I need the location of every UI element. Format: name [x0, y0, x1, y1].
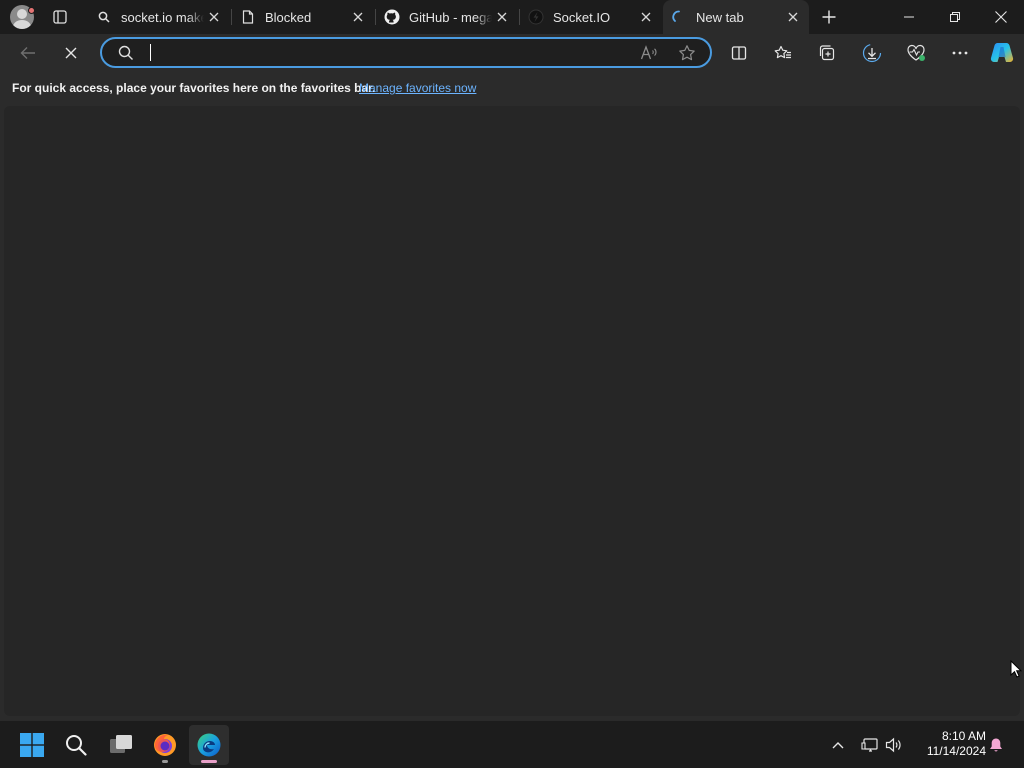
- clock-time: 8:10 AM: [941, 729, 986, 743]
- close-icon: [209, 12, 219, 22]
- tab-close-button[interactable]: [636, 7, 656, 27]
- tab-new-tab[interactable]: New tab: [663, 0, 809, 34]
- stop-loading-button[interactable]: [56, 38, 86, 68]
- tab-title: New tab: [696, 9, 744, 25]
- loading-spinner-icon: [671, 9, 687, 25]
- collections-button[interactable]: [812, 38, 842, 68]
- split-screen-button[interactable]: [724, 38, 754, 68]
- tab-close-button[interactable]: [492, 7, 512, 27]
- settings-more-button[interactable]: [945, 38, 975, 68]
- back-button[interactable]: [13, 38, 43, 68]
- taskbar-search-button[interactable]: [56, 725, 96, 765]
- search-icon: [66, 735, 87, 756]
- taskbar-edge[interactable]: [189, 725, 229, 765]
- notifications-button[interactable]: [984, 733, 1008, 757]
- close-icon: [995, 11, 1007, 23]
- more-horizontal-icon: [952, 51, 968, 55]
- system-clock[interactable]: 8:10 AM 11/14/2024: [914, 729, 986, 759]
- text-caret: [150, 44, 151, 61]
- speaker-icon: [885, 737, 901, 753]
- network-icon: [861, 738, 878, 752]
- downloads-button[interactable]: [857, 38, 887, 68]
- copilot-icon: [990, 43, 1014, 62]
- running-indicator: [201, 760, 217, 763]
- tab-blocked[interactable]: Blocked: [232, 2, 374, 32]
- tab-github[interactable]: GitHub - megal: [376, 2, 518, 32]
- tab-close-button[interactable]: [783, 7, 803, 27]
- chevron-up-icon: [832, 742, 844, 749]
- tab-title: Socket.IO: [553, 9, 611, 25]
- task-view-icon: [110, 735, 132, 753]
- tab-close-button[interactable]: [348, 7, 368, 27]
- back-arrow-icon: [20, 47, 35, 59]
- minimize-icon: [904, 16, 914, 18]
- close-window-button[interactable]: [978, 0, 1024, 34]
- tab-close-button[interactable]: [204, 7, 224, 27]
- plus-icon: [822, 10, 836, 24]
- split-screen-icon: [731, 46, 747, 60]
- navigation-toolbar: [0, 34, 1024, 72]
- running-indicator: [162, 760, 168, 763]
- restore-icon: [950, 12, 960, 22]
- github-icon: [384, 9, 400, 25]
- close-icon: [353, 12, 363, 22]
- tab-strip: socket.io makes Blocked GitHub - megal S…: [0, 0, 1024, 34]
- tab-actions-icon: [53, 10, 67, 24]
- browser-essentials-button[interactable]: [901, 38, 931, 68]
- tab-socketio[interactable]: Socket.IO: [520, 2, 662, 32]
- clock-date: 11/14/2024: [926, 744, 986, 758]
- read-aloud-icon: [640, 45, 657, 60]
- task-view-button[interactable]: [101, 725, 141, 765]
- tab-title: Blocked: [265, 9, 312, 25]
- network-button[interactable]: [858, 733, 882, 757]
- add-favorite-button[interactable]: [676, 43, 698, 63]
- mouse-cursor-icon: [1010, 660, 1022, 678]
- firefox-icon: [154, 734, 176, 756]
- collections-icon: [819, 45, 835, 61]
- taskbar: 8:10 AM 11/14/2024: [0, 720, 1024, 768]
- heartbeat-icon: [907, 44, 925, 61]
- tab-title: socket.io makes: [121, 9, 204, 25]
- tab-actions-button[interactable]: [46, 5, 74, 29]
- favorites-button[interactable]: [768, 38, 798, 68]
- address-input[interactable]: [152, 41, 622, 64]
- bell-icon: [990, 738, 1002, 752]
- taskbar-firefox[interactable]: [145, 725, 185, 765]
- star-icon: [679, 45, 695, 61]
- read-aloud-button[interactable]: [638, 43, 660, 63]
- page-icon: [240, 9, 256, 25]
- search-icon: [96, 9, 112, 25]
- tab-title: GitHub - megal: [409, 9, 492, 25]
- profile-notification-dot: [28, 7, 35, 14]
- volume-button[interactable]: [882, 733, 906, 757]
- search-icon: [118, 45, 134, 66]
- profile-button[interactable]: [8, 4, 36, 30]
- copilot-button[interactable]: [987, 38, 1017, 68]
- windows-start-icon: [20, 733, 44, 757]
- minimize-button[interactable]: [886, 0, 932, 34]
- close-icon: [65, 47, 77, 59]
- restore-button[interactable]: [932, 0, 978, 34]
- page-content-area[interactable]: [4, 106, 1020, 716]
- edge-icon: [197, 733, 221, 757]
- address-bar[interactable]: [100, 37, 712, 68]
- start-button[interactable]: [12, 725, 52, 765]
- new-tab-button[interactable]: [816, 5, 842, 29]
- close-icon: [497, 12, 507, 22]
- favorites-bar-message: For quick access, place your favorites h…: [12, 81, 376, 95]
- download-icon: [862, 43, 882, 63]
- tab-socketio-search[interactable]: socket.io makes: [88, 2, 230, 32]
- favorites-bar: For quick access, place your favorites h…: [0, 72, 1024, 104]
- favorites-icon: [774, 45, 791, 59]
- manage-favorites-link[interactable]: Manage favorites now: [359, 81, 476, 95]
- socketio-icon: [528, 9, 544, 25]
- close-icon: [788, 12, 798, 22]
- close-icon: [641, 12, 651, 22]
- show-hidden-icons-button[interactable]: [826, 733, 850, 757]
